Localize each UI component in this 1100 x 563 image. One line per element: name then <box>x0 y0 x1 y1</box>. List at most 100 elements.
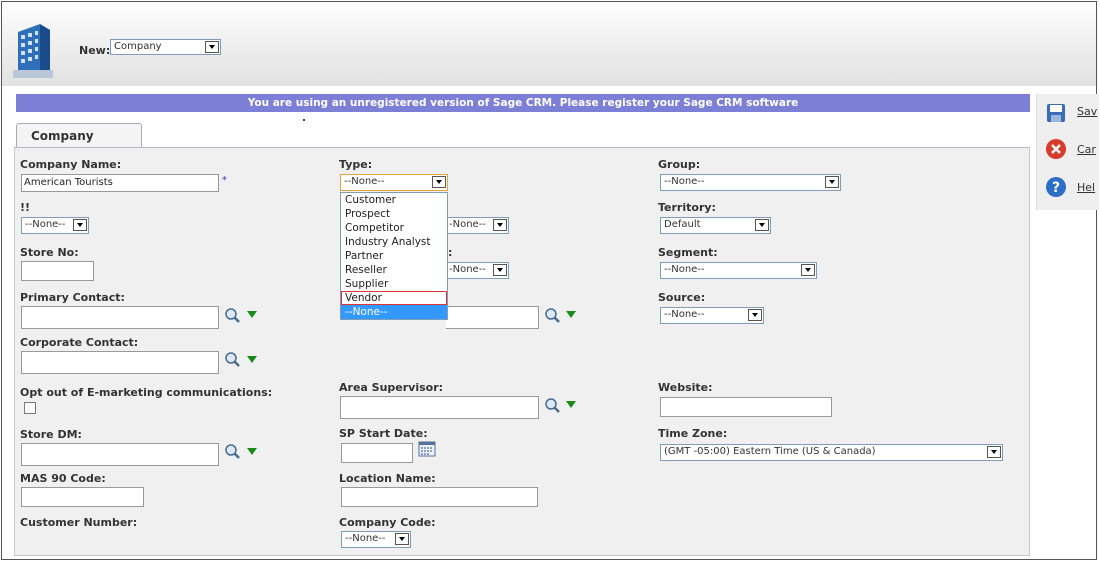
hidden-select-1-value: -None-- <box>449 219 486 230</box>
chevron-down-icon <box>432 176 446 188</box>
stray-dot <box>303 119 305 121</box>
search-icon[interactable] <box>542 397 564 415</box>
opt-out-checkbox[interactable] <box>24 402 36 414</box>
search-icon[interactable] <box>542 307 564 325</box>
chevron-down-icon <box>205 41 219 53</box>
new-label: New: <box>79 44 111 57</box>
area-supervisor-label: Area Supervisor: <box>339 381 444 394</box>
bang-select-value: --None-- <box>25 219 66 230</box>
primary-contact-input[interactable] <box>21 306 219 329</box>
search-icon[interactable] <box>222 307 244 325</box>
website-label: Website: <box>658 381 713 394</box>
company-building-icon <box>13 24 53 78</box>
chevron-down-icon <box>825 176 839 188</box>
company-code-select-value: --None-- <box>345 533 386 544</box>
source-label: Source: <box>658 291 706 304</box>
location-name-input[interactable] <box>341 487 538 507</box>
mas90-label: MAS 90 Code: <box>20 472 106 485</box>
required-marker: * <box>222 175 227 186</box>
tab-company[interactable]: Company <box>16 123 142 147</box>
corporate-contact-input[interactable] <box>21 351 219 374</box>
hidden-select-2-value: -None-- <box>449 264 486 275</box>
chevron-down-icon <box>395 533 409 545</box>
type-option-competitor[interactable]: Competitor <box>341 221 447 235</box>
segment-label: Segment: <box>658 246 718 259</box>
chevron-down-icon <box>493 219 507 231</box>
dropdown-triangle-icon[interactable] <box>566 401 576 408</box>
type-dropdown-list: Customer Prospect Competitor Industry An… <box>340 192 448 320</box>
area-supervisor-input[interactable] <box>340 396 539 419</box>
opt-out-label: Opt out of E-marketing communications: <box>20 386 273 399</box>
dropdown-triangle-icon[interactable] <box>566 311 576 318</box>
store-no-input[interactable] <box>21 261 94 281</box>
type-option-partner[interactable]: Partner <box>341 249 447 263</box>
company-name-label: Company Name: <box>20 158 122 171</box>
group-select-value: --None-- <box>664 176 705 187</box>
new-entity-select[interactable]: Company <box>110 39 221 55</box>
store-dm-label: Store DM: <box>20 428 82 441</box>
company-code-label: Company Code: <box>339 516 436 529</box>
type-option-customer[interactable]: Customer <box>341 193 447 207</box>
store-no-label: Store No: <box>20 246 79 259</box>
dropdown-triangle-icon[interactable] <box>247 448 257 455</box>
chevron-down-icon <box>801 264 815 276</box>
chevron-down-icon <box>748 309 762 321</box>
type-option-prospect[interactable]: Prospect <box>341 207 447 221</box>
save-button[interactable]: Sav <box>1077 105 1097 118</box>
chevron-down-icon <box>755 219 769 231</box>
dropdown-triangle-icon[interactable] <box>247 311 257 318</box>
bang-select[interactable]: --None-- <box>21 217 89 234</box>
type-option-none[interactable]: --None-- <box>341 305 447 319</box>
chevron-down-icon <box>493 264 507 276</box>
company-name-input[interactable]: American Tourists <box>21 174 219 192</box>
search-icon[interactable] <box>222 443 244 461</box>
type-option-reseller[interactable]: Reseller <box>341 263 447 277</box>
hidden-select-2[interactable]: -None-- <box>446 262 509 279</box>
primary-contact-label: Primary Contact: <box>20 291 125 304</box>
type-option-vendor[interactable]: Vendor <box>341 291 447 305</box>
new-entity-select-value: Company <box>114 41 162 52</box>
help-icon[interactable]: ? <box>1045 176 1067 198</box>
territory-select-value: Default <box>664 219 701 230</box>
type-select-value: --None-- <box>344 176 385 187</box>
time-zone-label: Time Zone: <box>658 427 728 440</box>
dropdown-triangle-icon[interactable] <box>247 356 257 363</box>
sp-start-date-label: SP Start Date: <box>339 427 428 440</box>
search-icon[interactable] <box>222 351 244 369</box>
type-option-supplier[interactable]: Supplier <box>341 277 447 291</box>
customer-number-label: Customer Number: <box>20 516 138 529</box>
hidden-contact-input[interactable] <box>446 306 539 329</box>
save-icon[interactable] <box>1045 102 1067 124</box>
segment-select-value: --None-- <box>664 264 705 275</box>
group-select[interactable]: --None-- <box>660 174 841 191</box>
unregistered-banner: You are using an unregistered version of… <box>16 94 1030 112</box>
corporate-contact-label: Corporate Contact: <box>20 336 139 349</box>
hidden-label-2: : <box>448 246 453 259</box>
top-bar: New: Company <box>2 2 1096 86</box>
bang-label: !! <box>20 201 31 214</box>
website-input[interactable] <box>660 397 832 417</box>
type-option-industry-analyst[interactable]: Industry Analyst <box>341 235 447 249</box>
cancel-icon[interactable] <box>1045 138 1067 160</box>
type-label: Type: <box>339 158 373 171</box>
source-select[interactable]: --None-- <box>660 307 764 324</box>
source-select-value: --None-- <box>664 309 705 320</box>
chevron-down-icon <box>987 446 1001 458</box>
company-code-select[interactable]: --None-- <box>341 531 411 548</box>
type-select[interactable]: --None-- <box>340 174 448 191</box>
help-button[interactable]: Hel <box>1077 181 1095 194</box>
calendar-icon[interactable] <box>418 441 436 457</box>
territory-select[interactable]: Default <box>660 217 771 234</box>
group-label: Group: <box>658 158 701 171</box>
mas90-input[interactable] <box>21 487 144 507</box>
store-dm-input[interactable] <box>21 443 219 466</box>
time-zone-select-value: (GMT -05:00) Eastern Time (US & Canada) <box>664 446 876 457</box>
sp-start-date-input[interactable] <box>341 443 413 463</box>
segment-select[interactable]: --None-- <box>660 262 817 279</box>
time-zone-select[interactable]: (GMT -05:00) Eastern Time (US & Canada) <box>660 444 1003 461</box>
svg-text:?: ? <box>1052 180 1060 196</box>
territory-label: Territory: <box>658 201 716 214</box>
chevron-down-icon <box>73 219 87 231</box>
cancel-button[interactable]: Car <box>1077 143 1096 156</box>
hidden-select-1[interactable]: -None-- <box>446 217 509 234</box>
